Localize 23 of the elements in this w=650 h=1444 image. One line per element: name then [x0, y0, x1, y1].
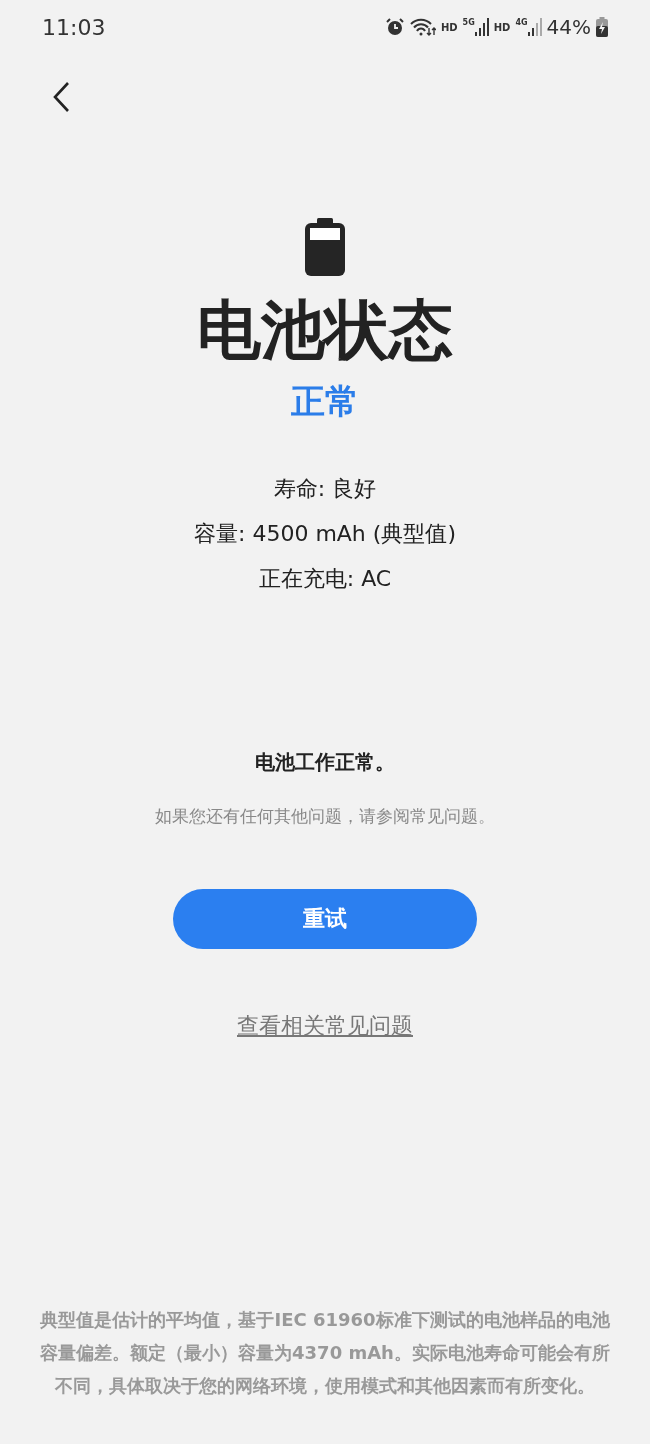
status-message: 电池工作正常。 [255, 749, 395, 776]
faq-link[interactable]: 查看相关常见问题 [237, 1011, 413, 1041]
back-icon[interactable] [52, 81, 72, 113]
battery-icon [305, 218, 345, 276]
battery-charging-icon [596, 17, 608, 37]
network-label: HD [440, 21, 458, 33]
detail-text: 正在充电: AC [258, 565, 392, 593]
battery-percent: 44% [546, 15, 591, 39]
network-label: 5G [462, 18, 475, 27]
clock-time: 11:03 [42, 14, 106, 40]
page-title: 电池状态 [197, 292, 453, 369]
signal-icon [474, 18, 489, 36]
detail-text: 寿命: 良好 [273, 475, 377, 503]
battery-status: 正常 [291, 380, 359, 423]
network-label: 4G [515, 18, 528, 27]
help-text: 如果您还有任何其他问题，请参阅常见问题。 [155, 805, 495, 828]
retry-button[interactable]: 重试 [173, 889, 477, 949]
network-label: HD [493, 21, 511, 33]
signal-icon [527, 18, 542, 36]
alarm-icon [384, 18, 405, 36]
detail-text: 容量: 4500 mAh (典型值) [194, 520, 456, 548]
wifi-icon [409, 18, 436, 36]
footnote-text: 典型值是估计的平均值，基于IEC 61960标准下测试的电池样品的电池容量偏差。额定（最小）容量为4370 mAh。实际电池寿命可能会有所不同，具体取决于您的网络环境，使用模式和其他因素而有所变化。 [40, 1308, 610, 1398]
